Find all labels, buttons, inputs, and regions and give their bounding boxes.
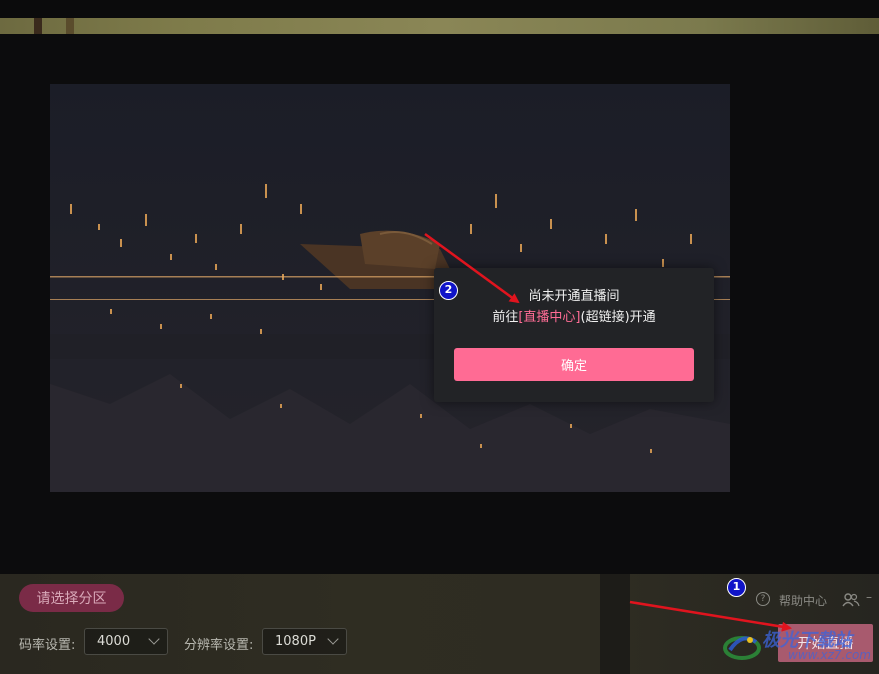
dialog-message: 尚未开通直播间 [528,289,620,304]
watermark-url: www.xz7.com [788,648,871,662]
dialog-instruction-prefix: 前往 [492,310,519,325]
watermark: 极光下载站 www.xz7.com [722,622,872,670]
bitrate-value: 4000 [97,634,131,649]
resolution-label: 分辨率设置: [184,638,254,653]
resolution-value: 1080P [275,634,316,649]
step-marker-1: 1 [727,578,746,597]
select-zone-button[interactable]: 请选择分区 [19,584,124,612]
top-banner-post [66,18,74,34]
resolution-select[interactable]: 1080P [262,628,347,655]
top-banner [0,0,879,34]
dialog-instruction: 前往[直播中心](超链接)开通 [434,306,714,325]
live-center-link[interactable]: [直播中心] [518,310,580,325]
bitrate-select[interactable]: 4000 [84,628,168,655]
bottom-bar-divider [600,574,630,674]
help-icon: ? [756,592,770,606]
help-center-label: 帮助中心 [779,594,828,608]
watermark-logo-icon [723,636,761,660]
top-banner-band [0,18,879,34]
chevron-down-icon [327,633,339,645]
bitrate-label: 码率设置: [19,638,76,653]
users-icon[interactable] [842,593,860,607]
top-banner-post [34,18,42,34]
more-indicator: – [866,590,872,604]
chevron-down-icon [148,633,160,645]
confirm-button[interactable]: 确定 [454,348,694,381]
dialog-instruction-suffix: (超链接)开通 [580,310,656,325]
step-marker-2: 2 [439,281,458,300]
live-room-dialog: 尚未开通直播间 前往[直播中心](超链接)开通 确定 [434,268,714,402]
